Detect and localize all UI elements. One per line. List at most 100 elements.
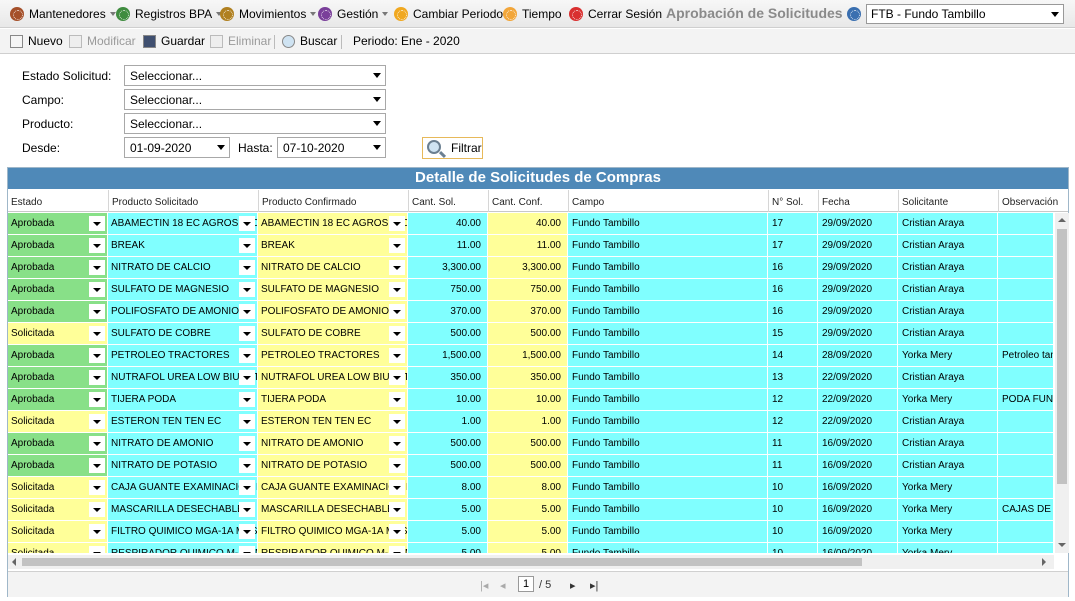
desde-date-picker[interactable]: 01-09-2020 [124, 137, 230, 158]
first-page-icon[interactable]: |◂ [480, 579, 488, 592]
producto-solicitado-cell[interactable]: TIJERA PODA [108, 389, 258, 411]
cant-conf-cell[interactable]: 370.00 [488, 301, 568, 323]
producto-solicitado-cell[interactable]: BREAK [108, 235, 258, 257]
horizontal-scrollbar[interactable] [8, 555, 1054, 569]
estado-cell[interactable]: Aprobada [8, 455, 108, 477]
estado-select[interactable]: Seleccionar... [124, 65, 386, 86]
chevron-left-icon[interactable] [12, 558, 16, 566]
estado-cell[interactable]: Aprobada [8, 301, 108, 323]
chevron-down-icon[interactable] [389, 326, 405, 341]
scrollbar-thumb[interactable] [1057, 229, 1067, 484]
chevron-down-icon[interactable] [389, 282, 405, 297]
chevron-down-icon[interactable] [89, 216, 105, 231]
chevron-down-icon[interactable] [89, 546, 105, 553]
cant-conf-cell[interactable]: 10.00 [488, 389, 568, 411]
table-row[interactable]: Aprobada ABAMECTIN 18 EC AGROSPEC ABAMECTI… [8, 213, 1054, 235]
chevron-down-icon[interactable] [1058, 543, 1066, 547]
vertical-scrollbar[interactable] [1055, 213, 1069, 553]
chevron-right-icon[interactable] [1042, 558, 1046, 566]
menu-gestion[interactable]: Gestión [318, 5, 389, 23]
cant-conf-cell[interactable]: 3,300.00 [488, 257, 568, 279]
buscar-button[interactable]: Buscar [282, 34, 337, 48]
producto-confirmado-cell[interactable]: TIJERA PODA [258, 389, 408, 411]
chevron-down-icon[interactable] [239, 260, 255, 275]
estado-cell[interactable]: Aprobada [8, 279, 108, 301]
cant-conf-cell[interactable]: 350.00 [488, 367, 568, 389]
chevron-down-icon[interactable] [239, 216, 255, 231]
table-row[interactable]: Aprobada PETROLEO TRACTORES PETROLEO TRACT… [8, 345, 1054, 367]
estado-cell[interactable]: Solicitada [8, 411, 108, 433]
col-producto-confirmado[interactable]: Producto Confirmado [258, 190, 408, 212]
col-cant-sol[interactable]: Cant. Sol. [408, 190, 488, 212]
chevron-down-icon[interactable] [239, 348, 255, 363]
chevron-down-icon[interactable] [239, 392, 255, 407]
producto-confirmado-cell[interactable]: NITRATO DE POTASIO [258, 455, 408, 477]
cant-conf-cell[interactable]: 500.00 [488, 433, 568, 455]
table-row[interactable]: Solicitada FILTRO QUIMICO MGA-1A MAS FILTR… [8, 521, 1054, 543]
chevron-down-icon[interactable] [389, 370, 405, 385]
modificar-button[interactable]: Modificar [69, 34, 136, 48]
chevron-down-icon[interactable] [239, 414, 255, 429]
estado-cell[interactable]: Aprobada [8, 213, 108, 235]
estado-cell[interactable]: Aprobada [8, 433, 108, 455]
chevron-down-icon[interactable] [389, 348, 405, 363]
producto-confirmado-cell[interactable]: SULFATO DE COBRE [258, 323, 408, 345]
chevron-down-icon[interactable] [389, 502, 405, 517]
table-row[interactable]: Solicitada RESPIRADOR QUIMICO M-1.2 M RESP… [8, 543, 1054, 553]
producto-solicitado-cell[interactable]: ABAMECTIN 18 EC AGROSPEC [108, 213, 258, 235]
chevron-down-icon[interactable] [389, 414, 405, 429]
campo-select[interactable]: Seleccionar... [124, 89, 386, 110]
page-input[interactable]: 1 [518, 576, 534, 592]
chevron-down-icon[interactable] [239, 502, 255, 517]
estado-cell[interactable]: Aprobada [8, 367, 108, 389]
estado-cell[interactable]: Aprobada [8, 257, 108, 279]
producto-confirmado-cell[interactable]: FILTRO QUIMICO MGA-1A MAS [258, 521, 408, 543]
producto-confirmado-cell[interactable]: BREAK [258, 235, 408, 257]
chevron-down-icon[interactable] [89, 304, 105, 319]
producto-confirmado-cell[interactable]: ESTERON TEN TEN EC [258, 411, 408, 433]
chevron-down-icon[interactable] [89, 458, 105, 473]
producto-confirmado-cell[interactable]: NUTRAFOL UREA LOW BIURET [258, 367, 408, 389]
producto-confirmado-cell[interactable]: NITRATO DE CALCIO [258, 257, 408, 279]
chevron-up-icon[interactable] [1058, 218, 1066, 222]
nuevo-button[interactable]: Nuevo [10, 34, 63, 48]
chevron-down-icon[interactable] [89, 414, 105, 429]
chevron-down-icon[interactable] [239, 370, 255, 385]
producto-solicitado-cell[interactable]: ESTERON TEN TEN EC [108, 411, 258, 433]
chevron-down-icon[interactable] [239, 436, 255, 451]
col-observacion[interactable]: Observación [998, 190, 1068, 212]
chevron-down-icon[interactable] [239, 282, 255, 297]
producto-solicitado-cell[interactable]: NITRATO DE AMONIO [108, 433, 258, 455]
chevron-down-icon[interactable] [89, 480, 105, 495]
chevron-down-icon[interactable] [389, 216, 405, 231]
chevron-down-icon[interactable] [89, 326, 105, 341]
chevron-down-icon[interactable] [239, 480, 255, 495]
cant-conf-cell[interactable]: 500.00 [488, 323, 568, 345]
cant-conf-cell[interactable]: 750.00 [488, 279, 568, 301]
table-row[interactable]: Aprobada TIJERA PODA TIJERA PODA 10.00 10.00… [8, 389, 1054, 411]
producto-confirmado-cell[interactable]: ABAMECTIN 18 EC AGROSPEC [258, 213, 408, 235]
producto-solicitado-cell[interactable]: NITRATO DE CALCIO [108, 257, 258, 279]
col-producto-solicitado[interactable]: Producto Solicitado [108, 190, 258, 212]
producto-solicitado-cell[interactable]: PETROLEO TRACTORES [108, 345, 258, 367]
producto-solicitado-cell[interactable]: SULFATO DE COBRE [108, 323, 258, 345]
producto-solicitado-cell[interactable]: FILTRO QUIMICO MGA-1A MAS [108, 521, 258, 543]
producto-confirmado-cell[interactable]: PETROLEO TRACTORES [258, 345, 408, 367]
hasta-date-picker[interactable]: 07-10-2020 [277, 137, 386, 158]
menu-movimientos[interactable]: Movimientos [220, 5, 317, 23]
estado-cell[interactable]: Aprobada [8, 235, 108, 257]
chevron-down-icon[interactable] [389, 238, 405, 253]
filtrar-button[interactable]: Filtrar [422, 137, 483, 159]
cerrar-sesion-button[interactable]: Cerrar Sesión [569, 5, 662, 23]
producto-solicitado-cell[interactable]: CAJA GUANTE EXAMINACION N [108, 477, 258, 499]
cant-conf-cell[interactable]: 8.00 [488, 477, 568, 499]
col-estado[interactable]: Estado [8, 190, 108, 212]
chevron-down-icon[interactable] [239, 546, 255, 553]
chevron-down-icon[interactable] [389, 304, 405, 319]
producto-select[interactable]: Seleccionar... [124, 113, 386, 134]
chevron-down-icon[interactable] [89, 282, 105, 297]
chevron-down-icon[interactable] [389, 480, 405, 495]
producto-confirmado-cell[interactable]: RESPIRADOR QUIMICO M-1.2 M [258, 543, 408, 553]
chevron-down-icon[interactable] [239, 524, 255, 539]
producto-confirmado-cell[interactable]: MASCARILLA DESECHABLE [258, 499, 408, 521]
